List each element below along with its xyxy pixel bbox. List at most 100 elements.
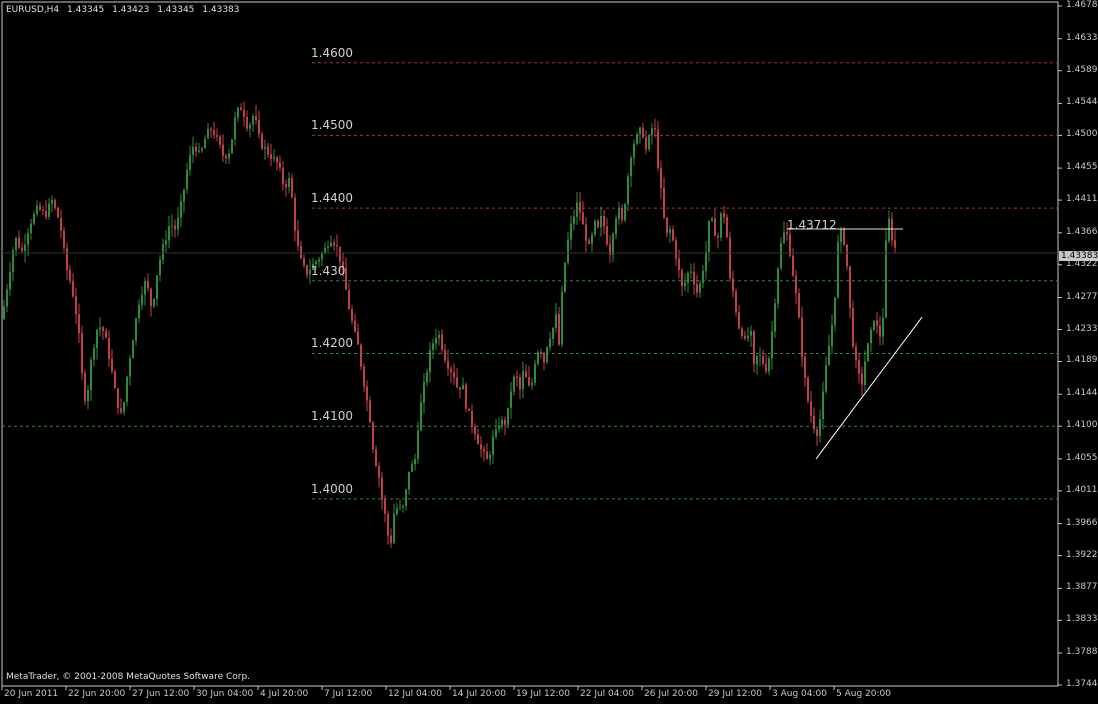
candle-body (327, 246, 329, 248)
candle-body (732, 278, 734, 292)
candle-body (60, 217, 62, 231)
candle-body (714, 218, 716, 236)
candle-body (546, 347, 548, 363)
candle-body (888, 218, 890, 241)
candle-body (69, 269, 71, 282)
candle-body (435, 338, 437, 344)
candle-body (90, 359, 92, 390)
candle-body (630, 157, 632, 177)
candle-body (195, 146, 197, 152)
candle-body (105, 330, 107, 338)
candle-body (885, 240, 887, 318)
candle-body (318, 259, 320, 262)
x-tick-label: 5 Aug 20:00 (836, 689, 891, 699)
candle-body (177, 217, 179, 230)
candle-body (708, 220, 710, 252)
candle-body (462, 384, 464, 390)
candle-body (444, 349, 446, 361)
candle-body (153, 298, 155, 307)
candle-body (423, 382, 425, 403)
candle-body (447, 360, 449, 369)
x-tick-label: 26 Jul 20:00 (644, 689, 698, 699)
candle-body (486, 451, 488, 460)
candle-body (270, 154, 272, 159)
candle-body (189, 155, 191, 171)
candle-body (84, 373, 86, 402)
candle-body (534, 363, 536, 383)
copyright-text: MetaTrader, © 2001-2008 MetaQuotes Softw… (6, 672, 251, 682)
candle-body (129, 358, 131, 377)
candle-body (669, 229, 671, 234)
candle-body (507, 407, 509, 425)
candle-body (117, 388, 119, 409)
candle-body (240, 107, 242, 110)
candle-body (87, 389, 89, 402)
candle-body (387, 513, 389, 536)
candle-body (525, 371, 527, 378)
candle-body (717, 235, 719, 238)
candle-body (864, 361, 866, 385)
price-chart[interactable] (0, 0, 1098, 704)
candle-body (603, 215, 605, 227)
y-tick-label: 1.38330 (1066, 614, 1098, 625)
candle-body (642, 127, 644, 138)
candle-body (207, 128, 209, 139)
candle-body (660, 167, 662, 188)
candle-body (369, 400, 371, 423)
candle-body (255, 116, 257, 120)
candle-body (306, 265, 308, 275)
candle-body (492, 436, 494, 455)
candle-body (138, 304, 140, 319)
candle-body (27, 233, 29, 245)
candle-body (657, 129, 659, 168)
x-tick-label: 3 Aug 04:00 (772, 689, 827, 699)
candle-body (672, 229, 674, 241)
candle-body (843, 229, 845, 245)
candle-body (858, 360, 860, 374)
candle-body (822, 391, 824, 420)
x-tick-label: 22 Jul 04:00 (580, 689, 634, 699)
candle-body (711, 218, 713, 221)
candle-body (57, 207, 59, 218)
candle-body (135, 318, 137, 341)
candle-body (588, 240, 590, 244)
candle-body (474, 426, 476, 435)
candle-body (801, 317, 803, 357)
candle-body (432, 343, 434, 350)
candle-body (543, 352, 545, 363)
candle-body (102, 327, 104, 331)
current-price-tag: 1.43383 (1059, 251, 1098, 261)
y-tick-label: 1.41440 (1066, 388, 1098, 399)
candle-body (330, 242, 332, 247)
candle-body (378, 465, 380, 478)
x-tick-label: 29 Jul 12:00 (708, 689, 762, 699)
candle-body (735, 291, 737, 313)
x-tick-label: 4 Jul 20:00 (260, 689, 309, 699)
candle-body (408, 471, 410, 490)
candle-body (552, 327, 554, 339)
candle-body (258, 119, 260, 134)
candle-body (9, 272, 11, 290)
candle-body (561, 291, 563, 345)
candle-body (726, 217, 728, 238)
candle-body (756, 355, 758, 365)
candle-body (66, 247, 68, 270)
candle-body (594, 220, 596, 235)
candle-body (249, 124, 251, 129)
candle-body (396, 508, 398, 514)
candle-body (849, 266, 851, 309)
candle-body (99, 327, 101, 330)
candle-body (750, 331, 752, 336)
level-label: 1.4500 (311, 118, 353, 133)
y-tick-label: 1.42770 (1066, 291, 1098, 302)
candle-body (276, 157, 278, 163)
candle-body (384, 499, 386, 514)
x-tick-label: 20 Jun 2011 (4, 689, 59, 699)
candle-body (786, 232, 788, 235)
candle-body (219, 136, 221, 145)
y-tick-label: 1.46330 (1066, 32, 1098, 43)
candle-body (243, 109, 245, 117)
candle-body (51, 199, 53, 204)
candle-body (180, 201, 182, 218)
candle-body (231, 139, 233, 154)
